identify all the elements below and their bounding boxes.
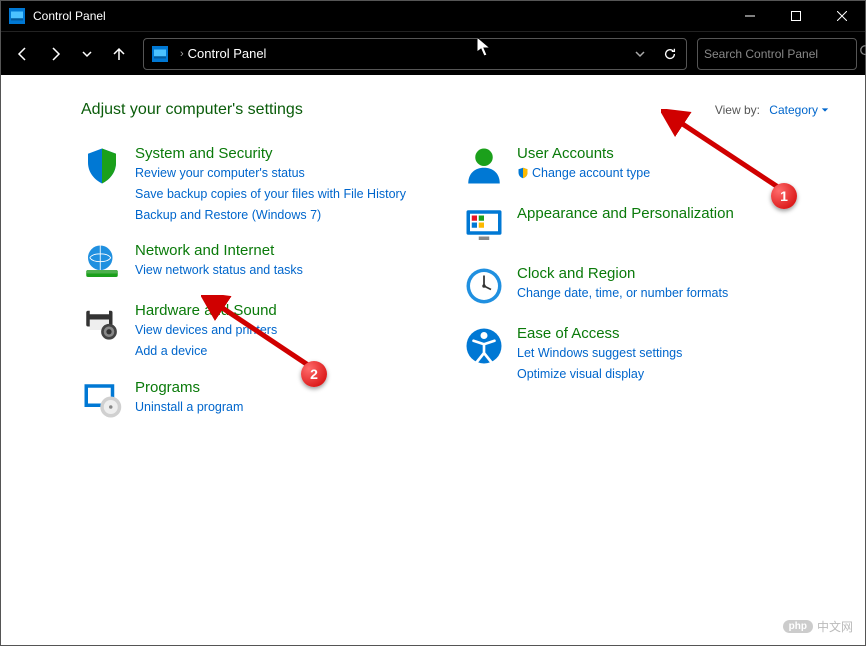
forward-button[interactable]: [41, 40, 69, 68]
category-network: Network and Internet View network status…: [81, 242, 447, 284]
accessibility-icon: [463, 325, 505, 367]
address-path[interactable]: Control Panel: [188, 46, 626, 61]
category-title[interactable]: Clock and Region: [517, 265, 728, 282]
chevron-down-icon: [821, 106, 829, 114]
right-column: User Accounts Change account type Appear…: [463, 145, 829, 421]
left-column: System and Security Review your computer…: [81, 145, 447, 421]
content-area: Adjust your computer's settings View by:…: [1, 75, 865, 645]
window-title: Control Panel: [33, 9, 727, 23]
view-by-label: View by:: [715, 103, 760, 117]
category-link[interactable]: Backup and Restore (Windows 7): [135, 206, 406, 225]
category-appearance: Appearance and Personalization: [463, 205, 829, 247]
programs-icon: [81, 379, 123, 421]
clock-icon: [463, 265, 505, 307]
category-title[interactable]: Appearance and Personalization: [517, 205, 734, 222]
category-link[interactable]: View network status and tasks: [135, 261, 303, 280]
app-icon: [9, 8, 25, 24]
globe-icon: [81, 242, 123, 284]
shield-icon: [81, 145, 123, 187]
category-user-accounts: User Accounts Change account type: [463, 145, 829, 187]
recent-dropdown-button[interactable]: [73, 40, 101, 68]
navigation-bar: › Control Panel: [1, 31, 865, 75]
refresh-button[interactable]: [654, 47, 686, 61]
watermark: php 中文网: [783, 618, 853, 635]
category-title[interactable]: User Accounts: [517, 145, 650, 162]
monitor-icon: [463, 205, 505, 247]
close-button[interactable]: [819, 1, 865, 31]
view-by-dropdown[interactable]: Category: [769, 103, 829, 117]
address-bar[interactable]: › Control Panel: [143, 38, 687, 70]
maximize-button[interactable]: [773, 1, 819, 31]
search-input[interactable]: [704, 47, 859, 61]
watermark-text: 中文网: [817, 618, 853, 635]
chevron-right-icon: ›: [180, 48, 184, 60]
user-icon: [463, 145, 505, 187]
search-box[interactable]: [697, 38, 857, 70]
category-title[interactable]: Programs: [135, 379, 243, 396]
category-link[interactable]: Change date, time, or number formats: [517, 284, 728, 303]
watermark-badge: php: [783, 620, 813, 633]
category-link[interactable]: Let Windows suggest settings: [517, 344, 682, 363]
category-link[interactable]: Optimize visual display: [517, 365, 682, 384]
category-title[interactable]: Hardware and Sound: [135, 302, 277, 319]
category-title[interactable]: Network and Internet: [135, 242, 303, 259]
category-clock-region: Clock and Region Change date, time, or n…: [463, 265, 829, 307]
back-button[interactable]: [9, 40, 37, 68]
category-link[interactable]: Uninstall a program: [135, 398, 243, 417]
title-bar: Control Panel: [1, 1, 865, 31]
category-title[interactable]: Ease of Access: [517, 325, 682, 342]
uac-shield-icon: [517, 167, 529, 179]
category-hardware-sound: Hardware and Sound View devices and prin…: [81, 302, 447, 361]
category-system-security: System and Security Review your computer…: [81, 145, 447, 224]
page-heading: Adjust your computer's settings: [81, 101, 715, 119]
view-by-control: View by: Category: [715, 103, 829, 117]
address-icon: [152, 46, 168, 62]
printer-icon: [81, 302, 123, 344]
category-title[interactable]: System and Security: [135, 145, 406, 162]
address-dropdown-button[interactable]: [626, 49, 654, 59]
category-ease-of-access: Ease of Access Let Windows suggest setti…: [463, 325, 829, 384]
category-link[interactable]: View devices and printers: [135, 321, 277, 340]
category-link[interactable]: Save backup copies of your files with Fi…: [135, 185, 406, 204]
up-button[interactable]: [105, 40, 133, 68]
category-link[interactable]: Add a device: [135, 342, 277, 361]
category-programs: Programs Uninstall a program: [81, 379, 447, 421]
category-link[interactable]: Review your computer's status: [135, 164, 406, 183]
category-link[interactable]: Change account type: [517, 164, 650, 183]
search-icon: [859, 44, 866, 63]
minimize-button[interactable]: [727, 1, 773, 31]
